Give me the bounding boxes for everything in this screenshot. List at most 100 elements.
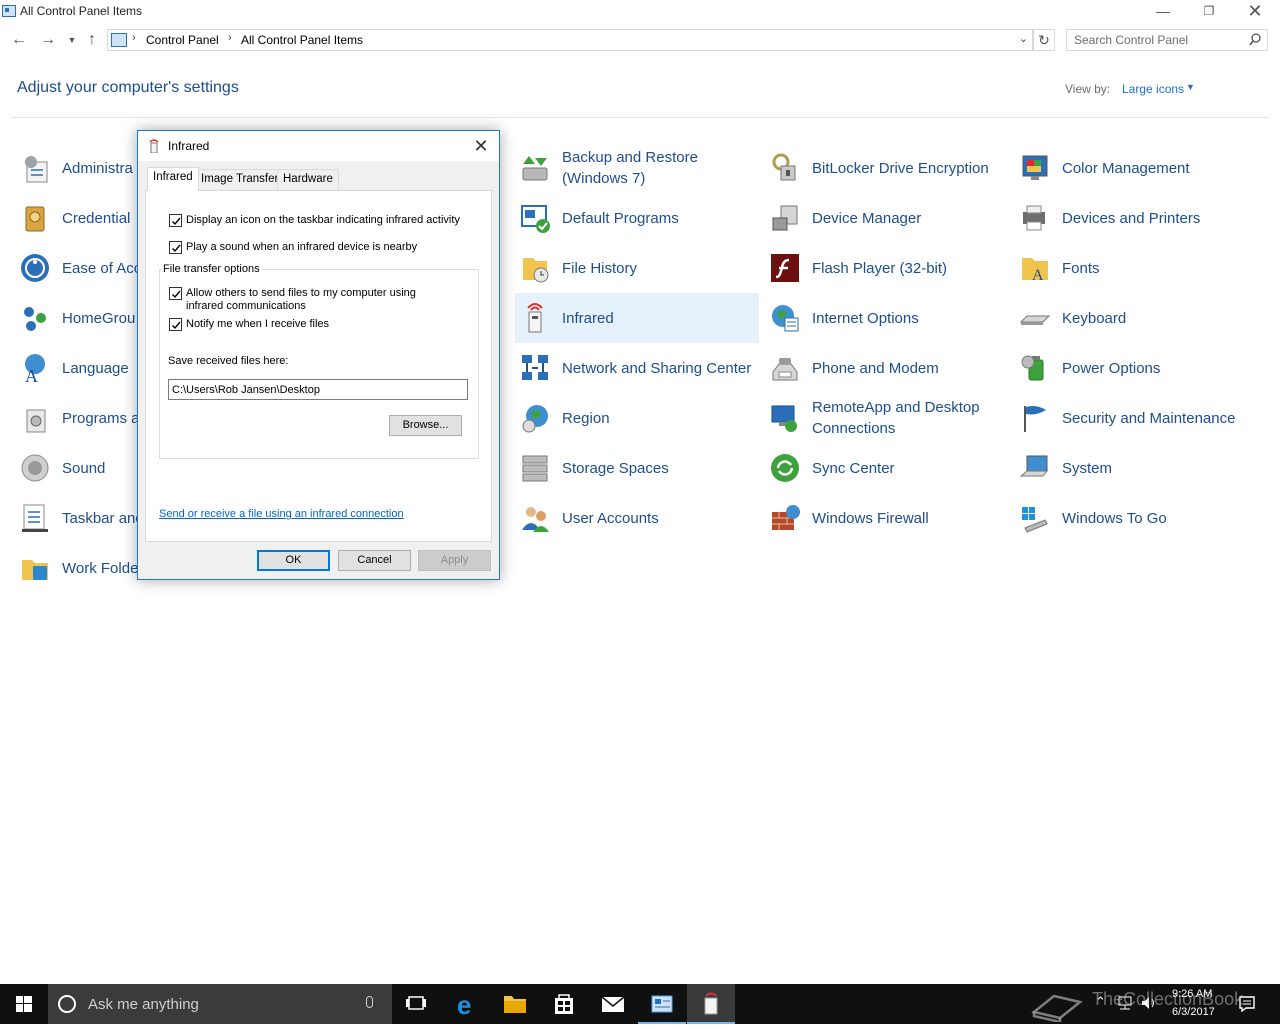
breadcrumb-control-panel[interactable]: Control Panel xyxy=(146,33,219,47)
start-button[interactable] xyxy=(0,984,48,1024)
recent-locations-chevron-icon[interactable]: ▼ xyxy=(62,30,82,50)
cortana-icon xyxy=(58,995,76,1013)
checkbox-label: Allow others to send files to my compute… xyxy=(186,287,416,312)
checkbox-checked-icon[interactable] xyxy=(169,318,182,331)
infrared-icon xyxy=(149,139,159,153)
send-receive-file-link[interactable]: Send or receive a file using an infrared… xyxy=(159,508,404,520)
item-sync-center[interactable]: Sync Center xyxy=(765,443,1009,493)
search-box[interactable] xyxy=(1066,29,1268,51)
dialog-title-bar[interactable]: Infrared ✕ xyxy=(138,131,499,161)
window-title-bar: All Control Panel Items — ❐ ✕ xyxy=(0,0,1280,24)
user-accounts-icon xyxy=(522,507,549,532)
item-user-accounts[interactable]: User Accounts xyxy=(515,493,759,543)
close-window-button[interactable]: ✕ xyxy=(1232,0,1278,24)
mail-icon xyxy=(601,996,625,1012)
credential-manager-icon xyxy=(25,206,45,232)
view-by-dropdown[interactable]: Large icons xyxy=(1122,82,1184,96)
internet-options-icon xyxy=(772,305,799,332)
item-security-and-maintenance[interactable]: Security and Maintenance xyxy=(1015,393,1259,443)
edge-button[interactable]: e xyxy=(442,984,490,1024)
item-label: System xyxy=(1062,459,1113,477)
save-location-input[interactable] xyxy=(168,379,468,400)
flash-player-icon xyxy=(771,254,799,282)
clock-date[interactable]: 6/3/2017 xyxy=(1172,1006,1215,1018)
refresh-button[interactable]: ↻ xyxy=(1033,29,1055,51)
item-flash-player[interactable]: Flash Player (32-bit) xyxy=(765,243,1009,293)
task-view-button[interactable] xyxy=(392,984,440,1024)
checkbox-checked-icon[interactable] xyxy=(169,214,182,227)
book-watermark-icon xyxy=(1031,994,1083,1022)
breadcrumb-all-items[interactable]: All Control Panel Items xyxy=(241,33,363,47)
item-remoteapp[interactable]: RemoteApp and Desktop Connections xyxy=(765,393,1009,443)
cancel-button[interactable]: Cancel xyxy=(338,550,411,571)
sound-icon xyxy=(21,454,49,482)
breadcrumb-chevron-icon[interactable]: › xyxy=(132,32,136,44)
store-button[interactable] xyxy=(540,984,588,1024)
address-bar[interactable]: › Control Panel › All Control Panel Item… xyxy=(107,29,1033,51)
microphone-icon[interactable] xyxy=(366,996,373,1008)
infrared-icon xyxy=(527,303,543,333)
address-dropdown-chevron-icon[interactable]: ⌄ xyxy=(1019,32,1028,45)
tab-infrared[interactable]: Infrared xyxy=(147,167,199,191)
ok-button[interactable]: OK xyxy=(257,550,330,571)
taskbar-and-navigation-icon xyxy=(22,504,48,532)
item-infrared[interactable]: Infrared xyxy=(515,293,759,343)
search-input[interactable] xyxy=(1067,30,1245,50)
item-power-options[interactable]: Power Options xyxy=(1015,343,1259,393)
search-icon[interactable] xyxy=(1249,33,1261,47)
up-arrow-icon[interactable]: ↑ xyxy=(82,30,102,50)
item-label: Windows To Go xyxy=(1062,509,1167,527)
remoteapp-icon xyxy=(771,405,797,432)
close-icon[interactable]: ✕ xyxy=(468,134,494,158)
item-label: Backup and Restore (Windows 7) xyxy=(562,149,698,187)
region-icon xyxy=(522,405,548,433)
file-transfer-group-title: File transfer options xyxy=(161,263,262,275)
minimize-button[interactable]: — xyxy=(1140,0,1186,24)
item-keyboard[interactable]: Keyboard xyxy=(1015,293,1259,343)
view-by-caret-icon[interactable]: ▼ xyxy=(1186,82,1195,92)
infrared-icon xyxy=(704,992,718,1015)
item-label: Default Programs xyxy=(562,209,679,227)
control-panel-icon xyxy=(2,5,16,17)
item-default-programs[interactable]: Default Programs xyxy=(515,193,759,243)
mail-button[interactable] xyxy=(589,984,637,1024)
cortana-search-text: Ask me anything xyxy=(88,996,199,1013)
item-label: Infrared xyxy=(562,309,614,327)
item-network-and-sharing[interactable]: Network and Sharing Center xyxy=(515,343,759,393)
clock-time[interactable]: 9:26 AM xyxy=(1172,988,1212,1000)
item-storage-spaces[interactable]: Storage Spaces xyxy=(515,443,759,493)
item-bitlocker[interactable]: BitLocker Drive Encryption xyxy=(765,143,1009,193)
taskbar: Ask me anything e ⌃ xyxy=(0,984,1280,1024)
infrared-taskbar-button[interactable] xyxy=(687,984,735,1024)
item-color-management[interactable]: Color Management xyxy=(1015,143,1259,193)
item-windows-firewall[interactable]: Windows Firewall xyxy=(765,493,1009,543)
tab-image-transfer[interactable]: Image Transfer xyxy=(195,169,285,190)
item-label: Storage Spaces xyxy=(562,459,669,477)
edge-icon: e xyxy=(457,990,471,1020)
phone-and-modem-icon xyxy=(772,358,798,381)
file-explorer-button[interactable] xyxy=(491,984,539,1024)
item-backup-and-restore[interactable]: Backup and Restore (Windows 7) xyxy=(515,143,759,193)
item-fonts[interactable]: A Fonts xyxy=(1015,243,1259,293)
item-region[interactable]: Region xyxy=(515,393,759,443)
cortana-search-box[interactable]: Ask me anything xyxy=(48,984,392,1024)
browse-button[interactable]: Browse... xyxy=(389,415,462,436)
item-device-manager[interactable]: Device Manager xyxy=(765,193,1009,243)
forward-arrow-icon[interactable]: → xyxy=(38,30,58,50)
restore-button[interactable]: ❐ xyxy=(1186,0,1232,24)
item-internet-options[interactable]: Internet Options xyxy=(765,293,1009,343)
back-arrow-icon[interactable]: ← xyxy=(9,30,29,50)
checkbox-checked-icon[interactable] xyxy=(169,287,182,300)
item-phone-and-modem[interactable]: Phone and Modem xyxy=(765,343,1009,393)
apply-button[interactable]: Apply xyxy=(418,550,491,571)
tab-hardware[interactable]: Hardware xyxy=(277,169,339,190)
folder-icon xyxy=(504,996,526,1013)
breadcrumb-chevron-icon[interactable]: › xyxy=(228,32,232,44)
store-icon xyxy=(555,994,573,1014)
checkbox-checked-icon[interactable] xyxy=(169,241,182,254)
item-windows-to-go[interactable]: Windows To Go xyxy=(1015,493,1259,543)
item-devices-and-printers[interactable]: Devices and Printers xyxy=(1015,193,1259,243)
item-system[interactable]: System xyxy=(1015,443,1259,493)
control-panel-taskbar-button[interactable] xyxy=(638,984,686,1024)
item-file-history[interactable]: File History xyxy=(515,243,759,293)
